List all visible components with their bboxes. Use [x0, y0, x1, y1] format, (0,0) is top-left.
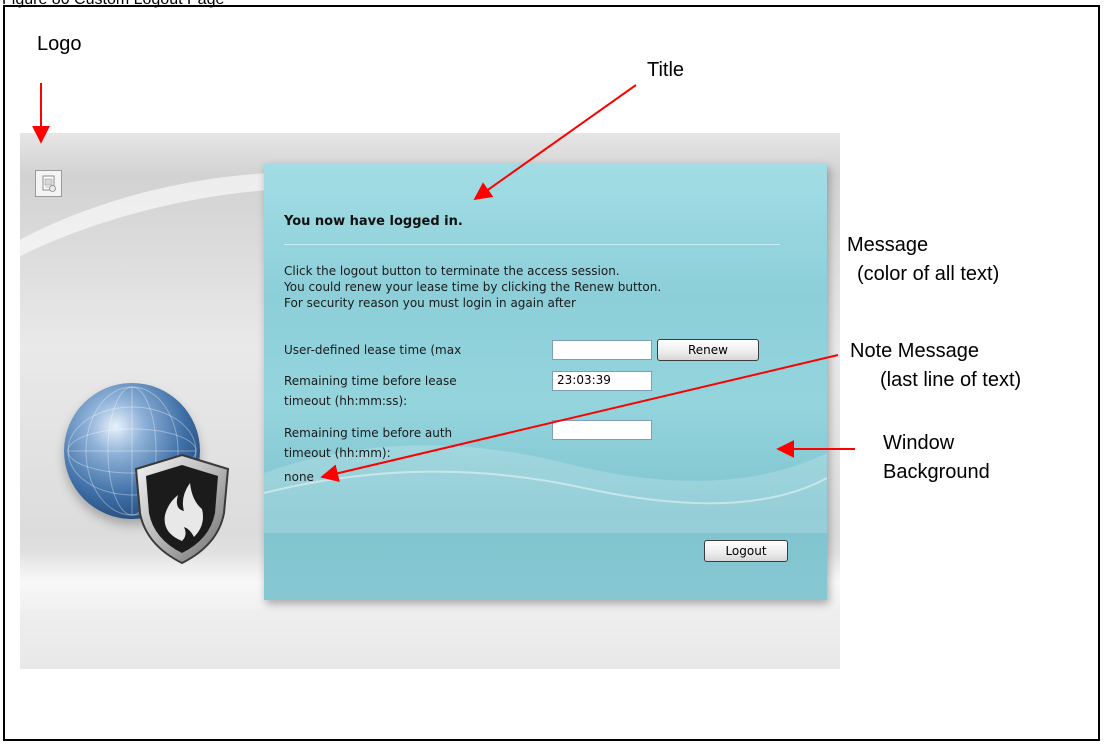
- arrow-to-title: [473, 84, 637, 201]
- arrow-to-note: [320, 354, 839, 483]
- annotation-arrows: [32, 83, 855, 483]
